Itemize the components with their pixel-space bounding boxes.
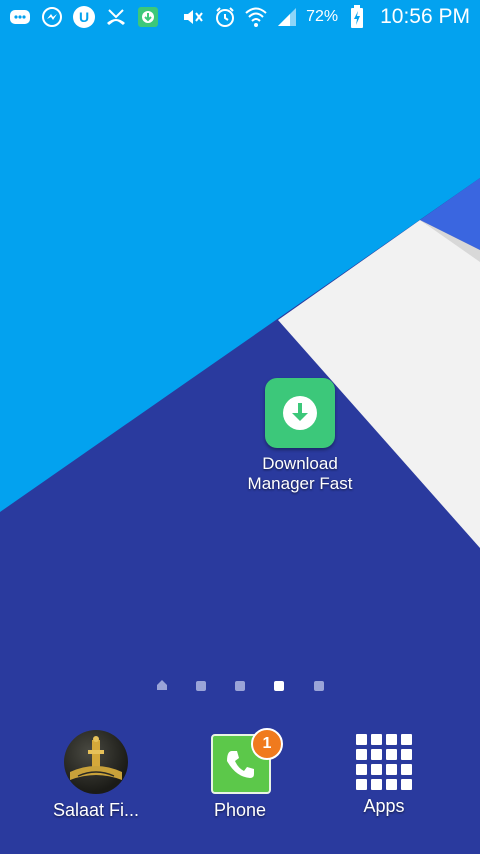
dock: Salaat Fi... 1 Phone Apps	[0, 728, 480, 830]
status-bar: U 72% 10:56 PM	[0, 0, 480, 34]
salaat-app-icon	[64, 730, 128, 794]
battery-charging-icon	[345, 5, 369, 29]
shortcut-label-text: Download Manager Fast	[247, 454, 353, 493]
dock-item-apps[interactable]: Apps	[324, 730, 444, 817]
alarm-icon	[213, 5, 237, 29]
download-manager-shortcut[interactable]: Download Manager Fast	[232, 378, 368, 494]
u-icon: U	[72, 5, 96, 29]
missed-call-icon	[104, 5, 128, 29]
download-notification-icon	[136, 5, 160, 29]
page-indicator	[0, 676, 480, 696]
page-dot[interactable]	[196, 681, 206, 691]
dock-label-salaat: Salaat Fi...	[52, 800, 140, 820]
page-dot[interactable]	[314, 681, 324, 691]
dock-item-phone[interactable]: 1 Phone	[180, 728, 300, 821]
wifi-icon	[244, 5, 268, 29]
shortcut-label: Download Manager Fast	[232, 454, 368, 494]
clock: 10:56 PM	[380, 5, 470, 28]
page-dot-active[interactable]	[274, 681, 284, 691]
dock-label-apps: Apps	[363, 796, 405, 816]
mute-icon	[182, 5, 206, 29]
badge-count: 1	[262, 735, 272, 752]
messenger-icon	[40, 5, 64, 29]
notification-badge: 1	[251, 728, 283, 760]
svg-text:U: U	[79, 9, 89, 25]
dock-label-phone: Phone	[213, 800, 267, 820]
download-icon	[265, 378, 335, 448]
dock-item-salaat[interactable]: Salaat Fi...	[36, 730, 156, 821]
phone-icon-wrap: 1	[211, 728, 283, 794]
home-page-icon[interactable]	[156, 679, 168, 691]
notification-icons: U	[0, 5, 160, 29]
system-icons: 72% 10:56 PM	[182, 5, 480, 29]
signal-icon	[275, 5, 299, 29]
apps-grid-icon	[356, 734, 412, 790]
messages-icon	[8, 5, 32, 29]
battery-percent: 72%	[306, 8, 339, 25]
page-dot[interactable]	[235, 681, 245, 691]
